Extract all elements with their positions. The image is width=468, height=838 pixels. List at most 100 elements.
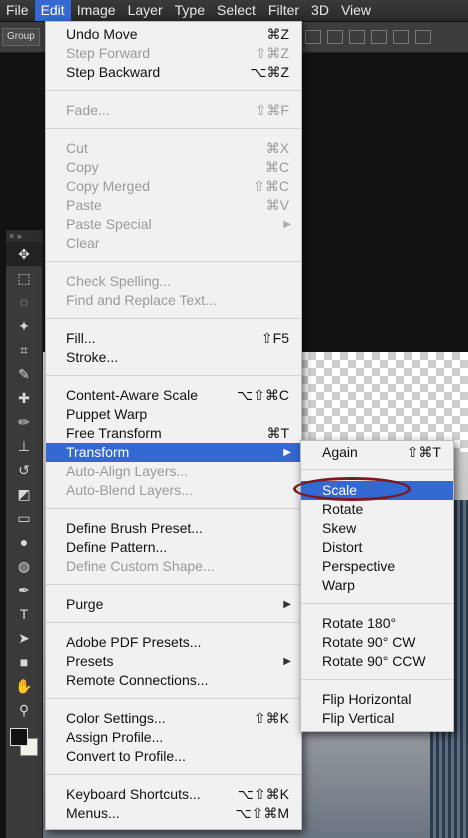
menu-separator <box>46 318 301 319</box>
menu-separator <box>301 679 453 680</box>
type-tool-icon[interactable]: T <box>6 602 42 626</box>
submenu-arrow-icon: ▶ <box>283 219 291 230</box>
magic-wand-tool-icon[interactable]: ✦ <box>6 314 42 338</box>
menu-select[interactable]: Select <box>211 0 262 21</box>
menu-item-menus[interactable]: Menus... ⌥⇧⌘M <box>46 804 301 823</box>
color-swatches <box>6 722 42 762</box>
submenu-item-flip-horizontal[interactable]: Flip Horizontal <box>301 690 453 709</box>
menu-file[interactable]: File <box>0 0 35 21</box>
rectangle-tool-icon[interactable]: ■ <box>6 650 42 674</box>
transform-submenu: Again ⇧⌘T Scale Rotate Skew Distort Persp… <box>300 440 454 732</box>
tools-panel: × » ✥ ⬚ ◌ ✦ ⌗ ✎ ✚ ✏ ⊥ ↺ ◩ ▭ ● ◍ ✒ T ➤ ■ … <box>6 230 43 838</box>
menu-separator <box>46 774 301 775</box>
menu-item-assign-profile[interactable]: Assign Profile... <box>46 728 301 747</box>
menu-item-puppet-warp[interactable]: Puppet Warp <box>46 405 301 424</box>
eraser-tool-icon[interactable]: ◩ <box>6 482 42 506</box>
menu-separator <box>46 622 301 623</box>
menu-separator <box>46 261 301 262</box>
menu-item-convert-profile[interactable]: Convert to Profile... <box>46 747 301 766</box>
menu-separator <box>46 508 301 509</box>
submenu-arrow-icon: ▶ <box>283 447 291 458</box>
menu-item-define-shape: Define Custom Shape... <box>66 558 215 574</box>
menu-item-step-backward[interactable]: Step Backward ⌥⌘Z <box>46 63 301 82</box>
tools-panel-header[interactable]: × » <box>6 230 42 242</box>
submenu-item-rotate-90-cw[interactable]: Rotate 90° CW <box>301 633 453 652</box>
menu-item-step-forward: Step Forward ⇧⌘Z <box>66 45 289 61</box>
gradient-tool-icon[interactable]: ▭ <box>6 506 42 530</box>
align-center-icon[interactable] <box>393 30 409 44</box>
menu-layer[interactable]: Layer <box>122 0 169 21</box>
history-brush-tool-icon[interactable]: ↺ <box>6 458 42 482</box>
menu-item-copy-merged: Copy Merged ⇧⌘C <box>66 178 289 194</box>
move-tool-icon[interactable]: ✥ <box>6 242 42 266</box>
menu-bar: File Edit Image Layer Type Select Filter… <box>0 0 468 22</box>
submenu-item-rotate-180[interactable]: Rotate 180° <box>301 614 453 633</box>
submenu-item-again[interactable]: Again ⇧⌘T <box>301 443 453 462</box>
menu-item-check-spelling: Check Spelling... <box>66 273 172 289</box>
path-selection-tool-icon[interactable]: ➤ <box>6 626 42 650</box>
transparent-area <box>300 352 468 452</box>
blur-tool-icon[interactable]: ● <box>6 530 42 554</box>
group-dropdown[interactable]: Group <box>2 28 40 46</box>
edit-menu: Undo Move ⌘Z Step Forward ⇧⌘Z Step Backwar… <box>45 21 302 830</box>
menu-item-stroke[interactable]: Stroke... <box>46 348 301 367</box>
menu-item-auto-align: Auto-Align Layers... <box>66 463 189 479</box>
menu-item-pdf-presets[interactable]: Adobe PDF Presets... <box>46 633 301 652</box>
lasso-tool-icon[interactable]: ◌ <box>6 290 42 314</box>
align-bottom-icon[interactable] <box>349 30 365 44</box>
menu-separator <box>46 128 301 129</box>
hand-tool-icon[interactable]: ✋ <box>6 674 42 698</box>
submenu-item-skew[interactable]: Skew <box>301 519 453 538</box>
menu-item-transform[interactable]: Transform ▶ <box>46 443 301 462</box>
submenu-item-perspective[interactable]: Perspective <box>301 557 453 576</box>
menu-3d[interactable]: 3D <box>305 0 335 21</box>
align-top-icon[interactable] <box>305 30 321 44</box>
align-buttons <box>305 30 431 44</box>
menu-item-fill[interactable]: Fill... ⇧F5 <box>46 329 301 348</box>
menu-item-purge[interactable]: Purge ▶ <box>46 595 301 614</box>
menu-edit[interactable]: Edit <box>34 0 71 21</box>
menu-item-color-settings[interactable]: Color Settings... ⇧⌘K <box>46 709 301 728</box>
submenu-item-distort[interactable]: Distort <box>301 538 453 557</box>
menu-item-copy: Copy ⌘C <box>66 159 289 175</box>
crop-tool-icon[interactable]: ⌗ <box>6 338 42 362</box>
menu-filter[interactable]: Filter <box>262 0 305 21</box>
menu-item-define-pattern[interactable]: Define Pattern... <box>46 538 301 557</box>
menu-image[interactable]: Image <box>71 0 122 21</box>
healing-brush-tool-icon[interactable]: ✚ <box>6 386 42 410</box>
zoom-tool-icon[interactable]: ⚲ <box>6 698 42 722</box>
foreground-color-swatch[interactable] <box>10 728 28 746</box>
menu-separator <box>301 469 453 470</box>
menu-item-undo-move[interactable]: Undo Move ⌘Z <box>46 25 301 44</box>
menu-item-find-replace: Find and Replace Text... <box>66 292 217 308</box>
menu-item-cut: Cut ⌘X <box>66 140 289 156</box>
submenu-item-scale[interactable]: Scale <box>301 481 453 500</box>
submenu-arrow-icon: ▶ <box>283 599 291 610</box>
menu-item-remote-connections[interactable]: Remote Connections... <box>46 671 301 690</box>
submenu-item-warp[interactable]: Warp <box>301 576 453 595</box>
menu-view[interactable]: View <box>335 0 377 21</box>
menu-item-content-aware-scale[interactable]: Content-Aware Scale ⌥⇧⌘C <box>46 386 301 405</box>
marquee-tool-icon[interactable]: ⬚ <box>6 266 42 290</box>
menu-item-paste: Paste ⌘V <box>66 197 289 213</box>
menu-item-define-brush[interactable]: Define Brush Preset... <box>46 519 301 538</box>
menu-item-free-transform[interactable]: Free Transform ⌘T <box>46 424 301 443</box>
menu-separator <box>46 90 301 91</box>
menu-item-keyboard-shortcuts[interactable]: Keyboard Shortcuts... ⌥⇧⌘K <box>46 785 301 804</box>
align-middle-icon[interactable] <box>327 30 343 44</box>
clone-stamp-tool-icon[interactable]: ⊥ <box>6 434 42 458</box>
brush-tool-icon[interactable]: ✏ <box>6 410 42 434</box>
menu-item-presets[interactable]: Presets ▶ <box>46 652 301 671</box>
menu-separator <box>46 584 301 585</box>
eyedropper-tool-icon[interactable]: ✎ <box>6 362 42 386</box>
dodge-tool-icon[interactable]: ◍ <box>6 554 42 578</box>
submenu-item-rotate-90-ccw[interactable]: Rotate 90° CCW <box>301 652 453 671</box>
menu-item-auto-blend: Auto-Blend Layers... <box>66 482 193 498</box>
align-right-icon[interactable] <box>415 30 431 44</box>
pen-tool-icon[interactable]: ✒ <box>6 578 42 602</box>
submenu-item-flip-vertical[interactable]: Flip Vertical <box>301 709 453 728</box>
align-left-icon[interactable] <box>371 30 387 44</box>
menu-type[interactable]: Type <box>169 0 211 21</box>
submenu-item-rotate[interactable]: Rotate <box>301 500 453 519</box>
menu-separator <box>46 698 301 699</box>
